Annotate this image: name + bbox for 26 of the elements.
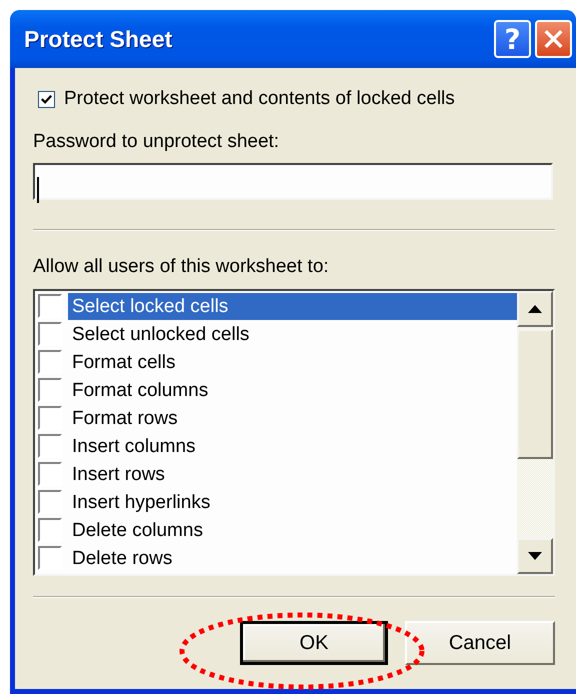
list-item[interactable]: Select unlocked cells bbox=[68, 320, 517, 348]
down-arrow-icon bbox=[528, 552, 542, 560]
list-label: Allow all users of this worksheet to: bbox=[33, 256, 330, 279]
list-item[interactable]: Select locked cells bbox=[68, 292, 517, 320]
list-item[interactable]: Insert columns bbox=[68, 432, 517, 460]
list-item[interactable]: Format columns bbox=[68, 376, 517, 404]
password-field[interactable] bbox=[33, 163, 553, 200]
list-item[interactable]: Delete rows bbox=[68, 544, 517, 572]
list-item[interactable]: Format cells bbox=[68, 348, 517, 376]
scrollbar[interactable] bbox=[517, 291, 553, 574]
window-title: Protect Sheet bbox=[24, 26, 174, 52]
dialog-button[interactable]: OK bbox=[240, 621, 388, 665]
list-item[interactable]: Insert rows bbox=[68, 460, 517, 488]
up-arrow-icon bbox=[528, 305, 542, 313]
scrollbar-thumb[interactable] bbox=[517, 329, 553, 459]
list-item[interactable]: Format rows bbox=[68, 404, 517, 432]
list-item[interactable]: Insert hyperlinks bbox=[68, 488, 517, 516]
scroll-down-button[interactable] bbox=[517, 538, 553, 574]
dialog-button[interactable]: Cancel bbox=[405, 621, 555, 665]
help-button[interactable]: ? bbox=[494, 20, 531, 58]
close-icon[interactable] bbox=[535, 20, 572, 58]
checkbox-label: Protect worksheet and contents of locked cells bbox=[64, 88, 455, 110]
checkbox[interactable] bbox=[38, 90, 55, 108]
scroll-up-button[interactable] bbox=[517, 291, 553, 327]
field-label: Password to unprotect sheet: bbox=[33, 131, 280, 154]
list-item[interactable]: Delete columns bbox=[68, 516, 517, 544]
